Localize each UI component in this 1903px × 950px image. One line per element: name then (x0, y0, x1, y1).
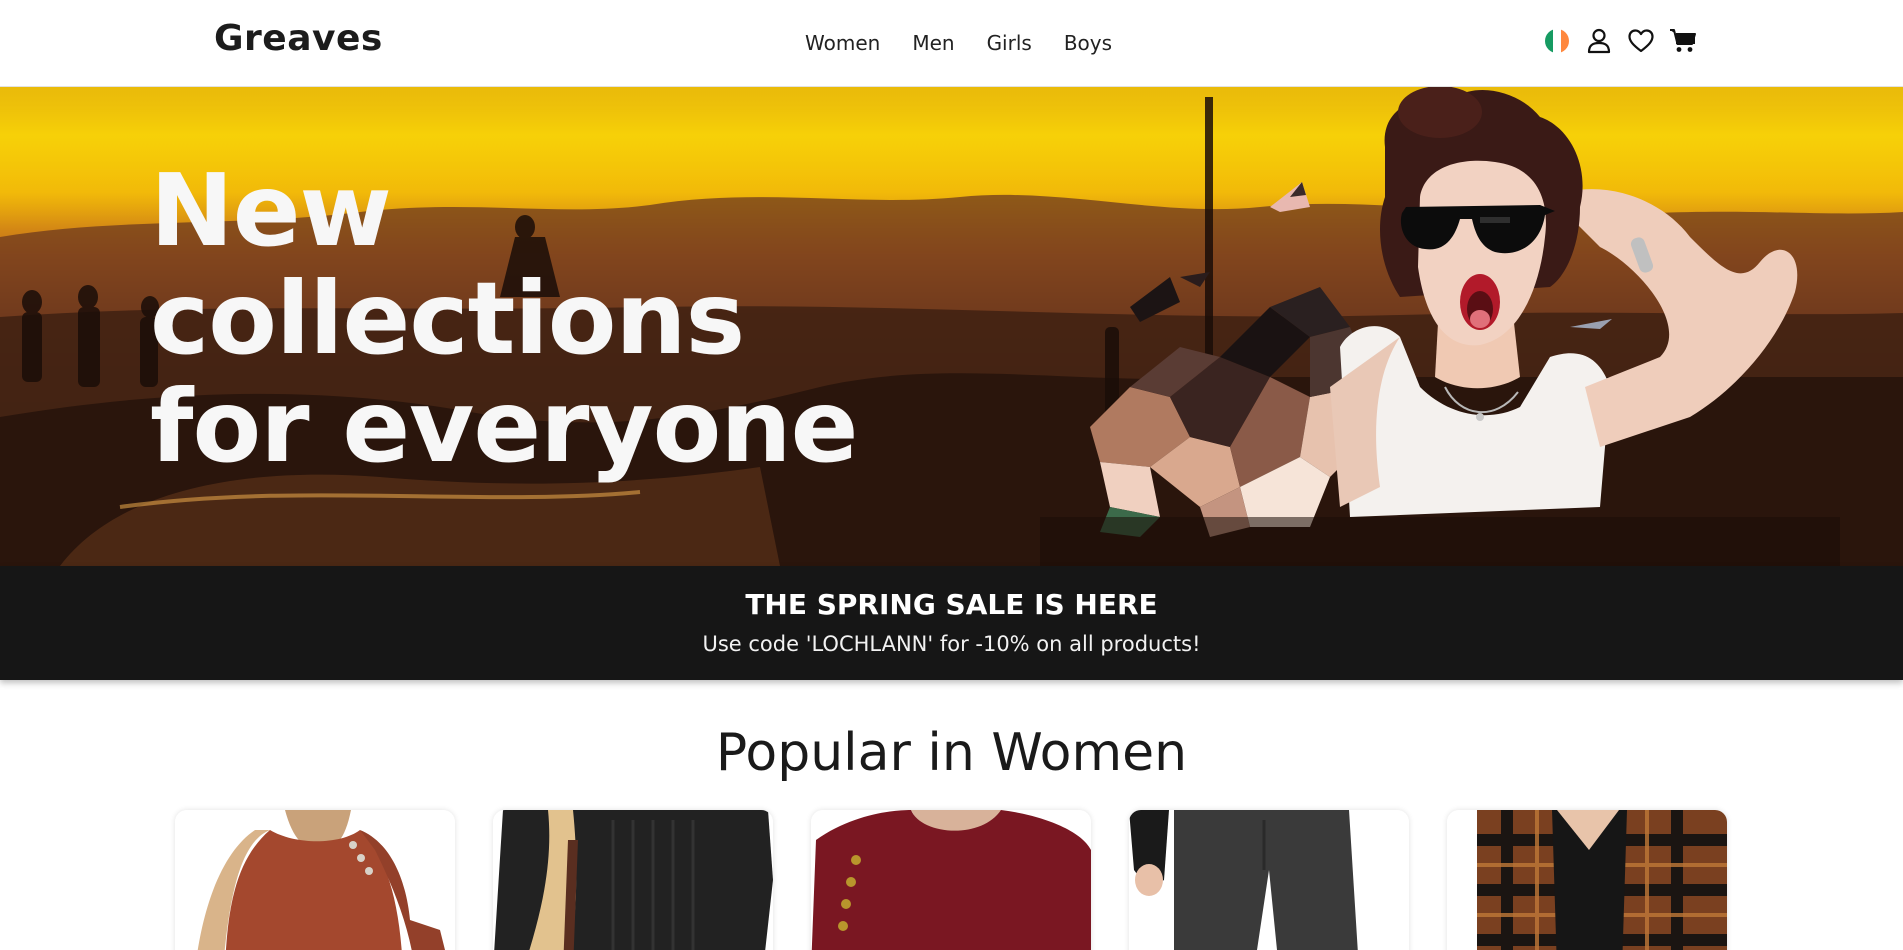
product-image-rust-sweater (175, 810, 455, 950)
site-header: Greaves Women Men Girls Boys (0, 0, 1903, 87)
product-card[interactable] (493, 810, 773, 950)
product-image-grey-trousers (1129, 810, 1409, 950)
sale-title: THE SPRING SALE IS HERE (745, 588, 1158, 621)
main-nav: Women Men Girls Boys (805, 31, 1112, 55)
hero-headline: New collections for everyone (150, 152, 858, 485)
hero-headline-line: collections (150, 260, 745, 377)
nav-link-women[interactable]: Women (805, 31, 880, 55)
wishlist-button[interactable] (1627, 27, 1655, 55)
hero-model-image (1040, 87, 1840, 566)
hero-banner: New collections for everyone (0, 87, 1903, 566)
product-card[interactable] (175, 810, 455, 950)
nav-link-men[interactable]: Men (912, 31, 954, 55)
site-logo[interactable]: Greaves (214, 18, 383, 59)
hero-headline-line: New (150, 152, 392, 269)
cart-icon (1670, 29, 1696, 52)
product-image-plaid-shirt (1447, 810, 1727, 950)
nav-link-girls[interactable]: Girls (987, 31, 1032, 55)
product-image-black-knit (493, 810, 773, 950)
popular-section-title: Popular in Women (715, 723, 1188, 783)
user-icon (1587, 28, 1611, 54)
hero-headline-line: for everyone (150, 368, 858, 485)
country-selector[interactable] (1543, 27, 1571, 55)
sale-banner: THE SPRING SALE IS HERE Use code 'LOCHLA… (0, 566, 1903, 680)
heart-icon (1628, 29, 1654, 53)
product-image-burgundy-top (811, 810, 1091, 950)
sale-subtitle: Use code 'LOCHLANN' for -10% on all prod… (702, 632, 1201, 656)
product-card[interactable] (811, 810, 1091, 950)
product-card[interactable] (1129, 810, 1409, 950)
account-button[interactable] (1585, 27, 1613, 55)
product-card[interactable] (1447, 810, 1727, 950)
nav-link-boys[interactable]: Boys (1064, 31, 1112, 55)
product-grid (175, 810, 1727, 950)
cart-button[interactable] (1669, 27, 1697, 55)
ireland-flag-icon (1545, 29, 1569, 53)
header-icons (1543, 27, 1697, 55)
